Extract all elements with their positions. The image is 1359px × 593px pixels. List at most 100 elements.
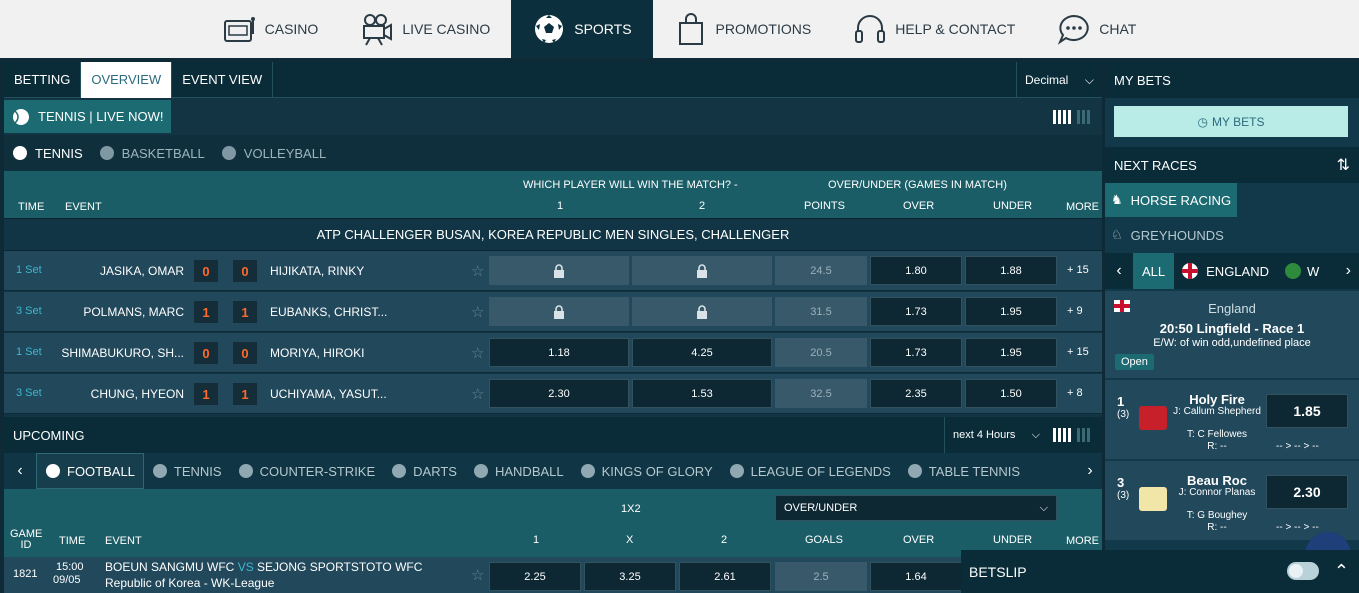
odds-over[interactable]: 1.73 <box>870 297 962 326</box>
scroll-left-icon[interactable]: ‹ <box>1105 262 1133 280</box>
race-card[interactable]: England 20:50 Lingfield - Race 1 E/W: of… <box>1105 291 1359 379</box>
sort-icon[interactable]: ⇅ <box>1337 155 1350 175</box>
filter-all[interactable]: ALL <box>1133 253 1175 289</box>
league-header: ATP CHALLENGER BUSAN, KOREA REPUBLIC MEN… <box>4 218 1102 251</box>
runner-odds[interactable]: 2.30 <box>1266 475 1348 509</box>
race-status-badge: Open <box>1115 354 1154 370</box>
grid-view-icon[interactable] <box>1053 110 1071 124</box>
scroll-right-icon[interactable]: › <box>1346 262 1351 280</box>
tab-event-view[interactable]: EVENT VIEW <box>172 61 274 98</box>
live-header: TENNIS | LIVE NOW! <box>4 100 1102 133</box>
upcoming-sport-tab[interactable]: COUNTER-STRIKE <box>230 453 384 489</box>
list-view-icon[interactable] <box>1077 428 1090 442</box>
favorite-star-icon[interactable]: ☆ <box>471 385 484 403</box>
upcoming-sport-tab[interactable]: TENNIS <box>144 453 230 489</box>
odds-player2[interactable]: 1.53 <box>632 379 772 408</box>
vs-label: VS <box>237 560 254 574</box>
chevron-up-icon[interactable]: ⌃ <box>1334 561 1349 582</box>
odds-away[interactable]: 2.61 <box>679 562 771 591</box>
odds-under[interactable]: 1.88 <box>965 256 1057 285</box>
race-type-label: GREYHOUNDS <box>1130 227 1224 243</box>
upcoming-sport-tab[interactable]: HANDBALL <box>465 453 572 489</box>
col-over: OVER <box>903 534 935 546</box>
odds-over[interactable]: 1.73 <box>870 338 962 367</box>
player-away: MORIYA, HIROKI <box>270 346 365 360</box>
match-row[interactable]: 1 Set SHIMABUKURO, SH... 0 0 MORIYA, HIROKI ☆… <box>4 333 1102 373</box>
match-row[interactable]: 1 Set JASIKA, OMAR 0 0 HIJIKATA, RINKY ☆ 24.5 1… <box>4 251 1102 291</box>
chevron-down-icon: ⌵ <box>1084 72 1094 87</box>
runner-odds[interactable]: 1.85 <box>1266 394 1348 428</box>
match-row[interactable]: 3 Set CHUNG, HYEON 1 1 UCHIYAMA, YASUT... ☆ 2.… <box>4 374 1102 414</box>
more-markets[interactable]: + 9 <box>1067 305 1083 317</box>
favorite-star-icon[interactable]: ☆ <box>471 262 484 280</box>
odds-player1[interactable]: 1.18 <box>489 338 629 367</box>
filter-england[interactable]: ENGLAND <box>1182 263 1269 279</box>
favorite-star-icon[interactable]: ☆ <box>471 303 484 321</box>
nav-promotions-label: PROMOTIONS <box>715 21 812 37</box>
market-select[interactable]: OVER/UNDER ⌵ <box>775 495 1057 521</box>
betslip-bar[interactable]: BETSLIP ⌃ <box>961 550 1359 593</box>
tab-overview[interactable]: OVERVIEW <box>81 61 173 98</box>
upcoming-sport-tab[interactable]: FOOTBALL <box>36 453 144 489</box>
nav-promotions[interactable]: PROMOTIONS <box>653 0 833 58</box>
nav-help-contact[interactable]: HELP & CONTACT <box>832 0 1036 58</box>
scroll-right-icon[interactable]: › <box>1078 453 1102 489</box>
upcoming-sport-tab[interactable]: KINGS OF GLORY <box>572 453 721 489</box>
fixture-row[interactable]: 1821 15:00 09/05 BOEUN SANGMU WFC VS SEJ… <box>4 557 1102 593</box>
nav-chat[interactable]: CHAT <box>1036 0 1157 58</box>
runner-name: Holy Fire <box>1189 392 1245 407</box>
counter-strike-icon <box>238 464 253 478</box>
betslip-toggle[interactable] <box>1287 562 1319 580</box>
upcoming-sport-tab[interactable]: TABLE TENNIS <box>899 453 1028 489</box>
more-markets[interactable]: + 8 <box>1067 387 1083 399</box>
race-type-horse-racing[interactable]: ♞ HORSE RACING <box>1105 183 1238 217</box>
more-markets[interactable]: + 15 <box>1067 264 1089 276</box>
tennis-ball-icon <box>152 464 167 478</box>
match-row[interactable]: 3 Set POLMANS, MARC 1 1 EUBANKS, CHRIST... ☆ 3… <box>4 292 1102 332</box>
col-time: TIME <box>59 535 86 547</box>
odds-format-select[interactable]: Decimal ⌵ <box>1016 62 1102 98</box>
runner-rating: R: -- <box>1207 441 1227 452</box>
more-markets[interactable]: + 15 <box>1067 346 1089 358</box>
live-sport-tennis[interactable]: TENNIS <box>4 135 91 171</box>
lock-icon <box>554 263 564 278</box>
upcoming-sport-tab[interactable]: LEAGUE OF LEGENDS <box>721 453 899 489</box>
favorite-star-icon[interactable]: ☆ <box>471 566 484 584</box>
score-home: 1 <box>194 301 218 323</box>
odds-over[interactable]: 2.35 <box>870 379 962 408</box>
runner-row: 3 (3) Beau Roc J: Connor Planas T: G Boughey… <box>1105 461 1359 541</box>
fixture-date: 09/05 <box>53 574 81 586</box>
odds-draw[interactable]: 3.25 <box>584 562 676 591</box>
next-races-header: NEXT RACES ⇅ <box>1105 147 1359 183</box>
odds-player1[interactable]: 2.30 <box>489 379 629 408</box>
scroll-left-icon[interactable]: ‹ <box>4 453 36 489</box>
score-away: 1 <box>233 301 257 323</box>
grid-view-icon[interactable] <box>1053 428 1071 442</box>
nav-sports[interactable]: SPORTS <box>511 0 653 58</box>
odds-home[interactable]: 2.25 <box>489 562 581 591</box>
list-view-icon[interactable] <box>1077 110 1090 124</box>
tab-betting[interactable]: BETTING <box>4 61 82 98</box>
odds-under[interactable]: 1.95 <box>965 297 1057 326</box>
race-country: England <box>1208 301 1256 316</box>
upcoming-sport-tab[interactable]: DARTS <box>383 453 465 489</box>
live-sport-basketball[interactable]: BASKETBALL <box>91 135 213 171</box>
odds-player2[interactable]: 4.25 <box>632 338 772 367</box>
filter-wales[interactable]: W <box>1285 263 1319 279</box>
upcoming-sport-label: LEAGUE OF LEGENDS <box>750 463 891 479</box>
handball-icon <box>473 464 488 478</box>
odds-under[interactable]: 1.95 <box>965 338 1057 367</box>
odds-under[interactable]: 1.50 <box>965 379 1057 408</box>
nav-live-casino[interactable]: LIVE CASINO <box>339 0 511 58</box>
fixture-time: 15:00 <box>56 561 84 573</box>
my-bets-button[interactable]: ◷ MY BETS <box>1114 106 1348 137</box>
race-type-greyhounds[interactable]: ♘ GREYHOUNDS <box>1105 218 1230 252</box>
odds-over[interactable]: 1.80 <box>870 256 962 285</box>
my-bets-header: MY BETS <box>1105 62 1359 98</box>
live-sport-volleyball[interactable]: VOLLEYBALL <box>213 135 334 171</box>
col-time: TIME <box>18 201 45 213</box>
nav-casino[interactable]: CASINO <box>202 0 340 58</box>
favorite-star-icon[interactable]: ☆ <box>471 344 484 362</box>
time-range-select[interactable]: next 4 Hours ⌵ <box>944 417 1048 453</box>
odds-over[interactable]: 1.64 <box>870 562 962 591</box>
